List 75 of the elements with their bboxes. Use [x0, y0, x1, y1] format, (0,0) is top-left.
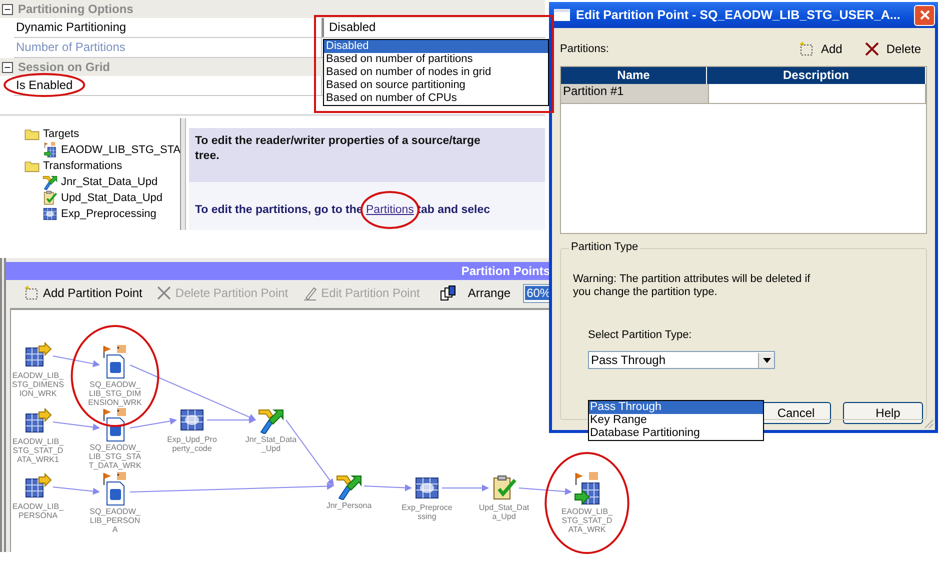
node-label: Jnr_Persona: [325, 501, 373, 510]
add-item-icon: [798, 41, 815, 57]
pencil-icon: [302, 285, 318, 301]
property-label: Number of Partitions: [16, 40, 126, 54]
flag-document-icon: [101, 408, 129, 442]
dropdown-option[interactable]: Disabled: [324, 40, 548, 53]
group-title: Session on Grid: [18, 60, 110, 74]
close-icon: [920, 10, 930, 20]
connector-arrow: [442, 484, 489, 492]
add-item-icon: [24, 285, 40, 301]
tree-item[interactable]: Exp_Preprocessing: [61, 208, 156, 220]
stacked-pages-icon: [440, 285, 456, 301]
close-icon: [864, 41, 880, 57]
close-icon: [156, 285, 172, 301]
toolbar-button[interactable]: Add: [792, 39, 848, 59]
flag-document-icon: [101, 345, 129, 379]
dropdown-option[interactable]: Based on number of CPUs: [324, 92, 548, 105]
clipboard-check-icon: [42, 190, 58, 206]
tree-item[interactable]: Transformations: [43, 160, 122, 172]
node-label: Jnr_Stat_Data_Upd: [244, 435, 298, 453]
dropdown-option[interactable]: Based on number of nodes in grid: [324, 66, 548, 79]
caret-down-icon: [762, 358, 770, 362]
info-text: To edit the reader/writer properties of a source/targe tree.: [195, 134, 482, 164]
group-title: Partitioning Options: [18, 2, 134, 16]
dropdown-option[interactable]: Pass Through: [589, 401, 763, 414]
toolbar-button[interactable]: Arrange: [434, 283, 517, 303]
node-label: SQ_EAODW_LIB_STG_STAT_DATA_WRK: [88, 443, 142, 470]
table-cell[interactable]: Partition #1: [561, 84, 709, 104]
dropdown-option[interactable]: Based on number of partitions: [324, 53, 548, 66]
node-label: EAODW_LIB_PERSONA: [11, 502, 65, 520]
tree-item[interactable]: Upd_Stat_Data_Upd: [61, 192, 163, 204]
dialog-button[interactable]: Help: [843, 402, 923, 424]
partition-type-dropdown[interactable]: Pass Through: [588, 351, 775, 369]
window-title: Edit Partition Point - SQ_EAODW_LIB_STG_USER_A...: [576, 8, 902, 22]
node-label: Exp_Upd_Property_code: [166, 435, 218, 453]
property-label: Dynamic Partitioning: [16, 20, 126, 34]
tree-item[interactable]: EAODW_LIB_STG_STA: [61, 144, 181, 156]
node-label: EAODW_LIB_STG_STAT_DATA_WRK1: [11, 437, 65, 464]
tree-item[interactable]: Jnr_Stat_Data_Upd: [61, 176, 158, 188]
warning-text: Warning: The partition attributes will be deleted if you change the partition type.: [573, 273, 812, 299]
flag-table-arrow-icon: [573, 472, 601, 506]
collapse-toggle[interactable]: [2, 62, 13, 72]
collapse-toggle[interactable]: [2, 4, 13, 14]
connector-arrow: [52, 422, 100, 431]
field-label: Select Partition Type:: [588, 329, 693, 341]
column-header[interactable]: Description: [707, 67, 926, 84]
grid-icon: [42, 206, 58, 222]
toolbar-button[interactable]: Add Partition Point: [18, 283, 148, 303]
node-label: Upd_Stat_Data_Upd: [478, 503, 530, 521]
dropdown-option[interactable]: Database Partitioning: [589, 427, 763, 440]
table-cell[interactable]: [709, 84, 926, 104]
partitions-link[interactable]: Partitions: [366, 204, 414, 216]
resize-grip-icon: [924, 419, 934, 429]
toolbar-button[interactable]: Delete: [858, 39, 927, 59]
connector-arrow: [52, 356, 100, 368]
connector-arrow: [518, 488, 572, 495]
window-icon: [554, 9, 570, 21]
group-title: Partition Type: [569, 241, 640, 253]
close-button[interactable]: [914, 4, 935, 26]
panel-title: Partition Points: [461, 264, 550, 278]
connector-arrow: [52, 486, 100, 495]
node-label: SQ_EAODW_LIB_PERSONA: [88, 507, 142, 534]
property-label: Is Enabled: [16, 78, 73, 92]
connector-arrow: [364, 484, 412, 492]
node-label: EAODW_LIB_STG_DIMENSION_WRK: [11, 371, 65, 398]
arrows-icon: [42, 174, 58, 190]
dropdown-option[interactable]: Based on source partitioning: [324, 79, 548, 92]
column-header[interactable]: Name: [561, 67, 707, 84]
partitions-label: Partitions:: [560, 43, 610, 55]
tree-item[interactable]: Targets: [43, 128, 80, 140]
flag-document-icon: [101, 472, 129, 506]
node-label: SQ_EAODW_LIB_STG_DIMENSION_WRK: [88, 380, 142, 407]
flag-table-arrow-icon: [42, 142, 58, 158]
node-label: EAODW_LIB_STG_STAT_DATA_WRK: [560, 507, 614, 534]
node-label: Exp_Preprocessing: [400, 503, 454, 521]
